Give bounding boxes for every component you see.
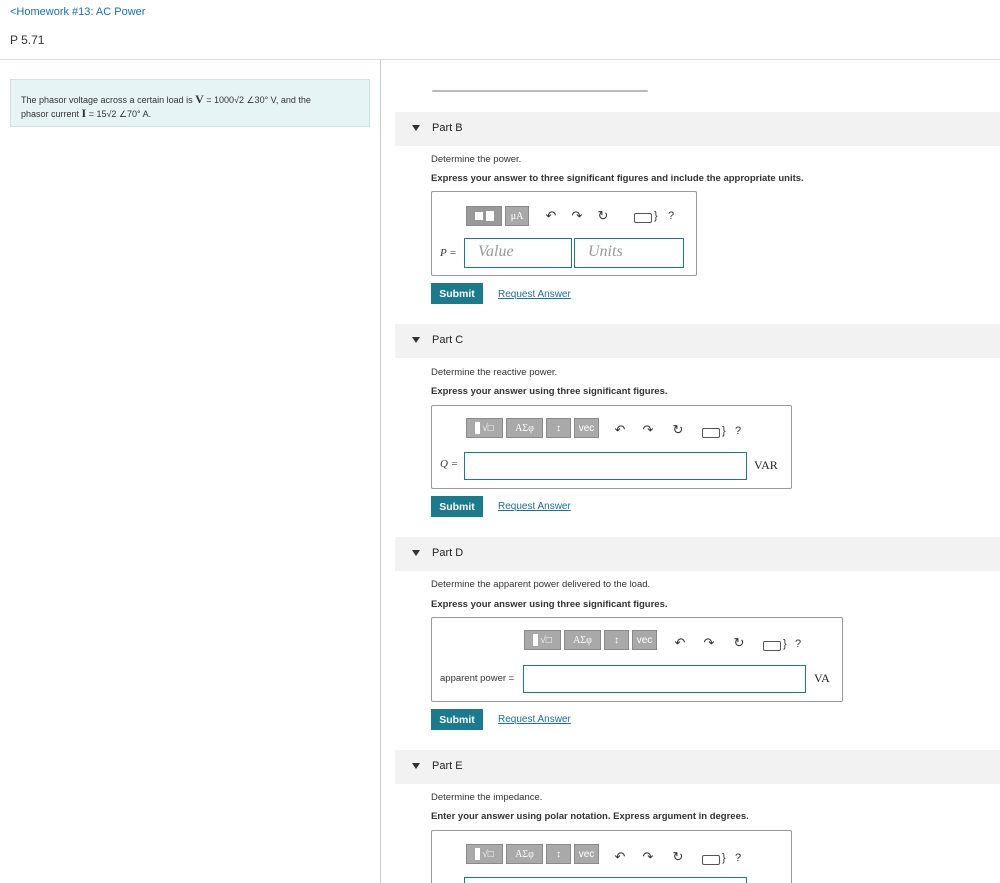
undo-icon[interactable]: ↶ [613,849,627,865]
answer-box-part-d: √□ ΑΣφ ↕ vec ↶ ↷ ↻ } ? apparent power = … [431,617,843,702]
variable-label: P = [440,247,457,259]
header-divider [0,59,1000,60]
keyboard-icon[interactable] [634,213,652,223]
unit-label: VA [814,671,830,685]
collapsed-part-indicator [432,90,648,92]
part-prompt: Determine the reactive power. [431,367,558,378]
vector-button[interactable]: vec [574,418,599,438]
submit-button[interactable]: Submit [431,709,483,730]
sqrt-templates-button[interactable]: √□ [466,418,503,438]
keyboard-brace-icon: } [722,852,726,864]
value-input[interactable]: Value [464,238,572,268]
part-e-header[interactable]: Part E [395,750,1000,784]
answer-input[interactable] [464,877,747,883]
vector-button[interactable]: vec [632,630,657,650]
help-icon[interactable]: ? [735,852,741,864]
part-instruction: Express your answer to three significant… [431,173,804,184]
column-divider [380,60,381,883]
templates-button[interactable] [466,206,502,226]
collapse-triangle-icon[interactable] [412,763,420,769]
collapse-triangle-icon[interactable] [412,550,420,556]
units-button[interactable]: μA [505,206,529,226]
redo-icon[interactable]: ↷ [641,422,655,438]
variable-label: apparent power = [440,673,515,684]
part-instruction: Express your answer using three signific… [431,386,668,397]
part-prompt: Determine the apparent power delivered t… [431,579,651,590]
problem-text: The phasor voltage across a certain load… [21,95,196,105]
request-answer-link[interactable]: Request Answer [498,501,571,512]
undo-icon[interactable]: ↶ [673,635,687,651]
subscript-button[interactable]: ↕ [546,844,571,864]
part-c-header[interactable]: Part C [395,324,1000,358]
sqrt-templates-button[interactable]: √□ [466,844,503,864]
keyboard-icon[interactable] [763,641,781,651]
answer-box-part-c: √□ ΑΣφ ↕ vec ↶ ↷ ↻ } ? Q = VAR [431,405,792,489]
part-title: Part D [432,547,464,559]
part-prompt: Determine the power. [431,154,522,165]
reset-icon[interactable]: ↻ [596,208,610,224]
variable-label: Q = [440,458,459,470]
reset-icon[interactable]: ↻ [732,635,746,651]
answer-input[interactable] [464,452,747,480]
subscript-button[interactable]: ↕ [604,630,629,650]
keyboard-brace-icon: } [783,638,787,650]
sqrt-templates-button[interactable]: √□ [524,630,561,650]
request-answer-link[interactable]: Request Answer [498,289,571,300]
problem-statement: The phasor voltage across a certain load… [10,79,370,127]
answer-box-part-e: √□ ΑΣφ ↕ vec ↶ ↷ ↻ } ? [431,830,792,883]
request-answer-link[interactable]: Request Answer [498,714,571,725]
redo-icon[interactable]: ↷ [641,849,655,865]
keyboard-brace-icon: } [654,210,658,222]
back-to-assignment-link[interactable]: <Homework #13: AC Power [10,6,145,18]
keyboard-icon[interactable] [702,428,720,438]
answer-input[interactable] [523,665,806,693]
submit-button[interactable]: Submit [431,496,483,517]
collapse-triangle-icon[interactable] [412,125,420,131]
reset-icon[interactable]: ↻ [671,849,685,865]
part-title: Part C [432,334,464,346]
units-input[interactable]: Units [574,238,684,268]
reset-icon[interactable]: ↻ [671,422,685,438]
answer-box-part-b: μA ↶ ↷ ↻ } ? P = Value Units [431,191,697,276]
part-instruction: Express your answer using three signific… [431,599,668,610]
problem-number: P 5.71 [10,33,45,47]
keyboard-icon[interactable] [702,855,720,865]
part-prompt: Determine the impedance. [431,792,543,803]
undo-icon[interactable]: ↶ [613,422,627,438]
help-icon[interactable]: ? [668,210,674,222]
unit-label: VAR [754,458,778,472]
part-title: Part E [432,760,463,772]
current-value: = 15√2 ∠70° A. [86,109,152,119]
problem-text: and the [278,95,311,105]
undo-icon[interactable]: ↶ [544,208,558,224]
part-d-header[interactable]: Part D [395,537,1000,571]
greek-symbols-button[interactable]: ΑΣφ [564,630,601,650]
collapse-triangle-icon[interactable] [412,337,420,343]
keyboard-brace-icon: } [722,425,726,437]
part-title: Part B [432,122,463,134]
greek-symbols-button[interactable]: ΑΣφ [506,844,543,864]
voltage-symbol: V [195,92,204,106]
part-b-header[interactable]: Part B [395,112,1000,146]
redo-icon[interactable]: ↷ [570,208,584,224]
greek-symbols-button[interactable]: ΑΣφ [506,418,543,438]
voltage-value: = 1000√2 ∠30° V, [203,95,279,105]
redo-icon[interactable]: ↷ [702,635,716,651]
subscript-button[interactable]: ↕ [546,418,571,438]
help-icon[interactable]: ? [795,638,801,650]
submit-button[interactable]: Submit [431,283,483,304]
part-instruction: Enter your answer using polar notation. … [431,811,749,822]
vector-button[interactable]: vec [574,844,599,864]
problem-text: phasor current [21,109,82,119]
help-icon[interactable]: ? [735,425,741,437]
